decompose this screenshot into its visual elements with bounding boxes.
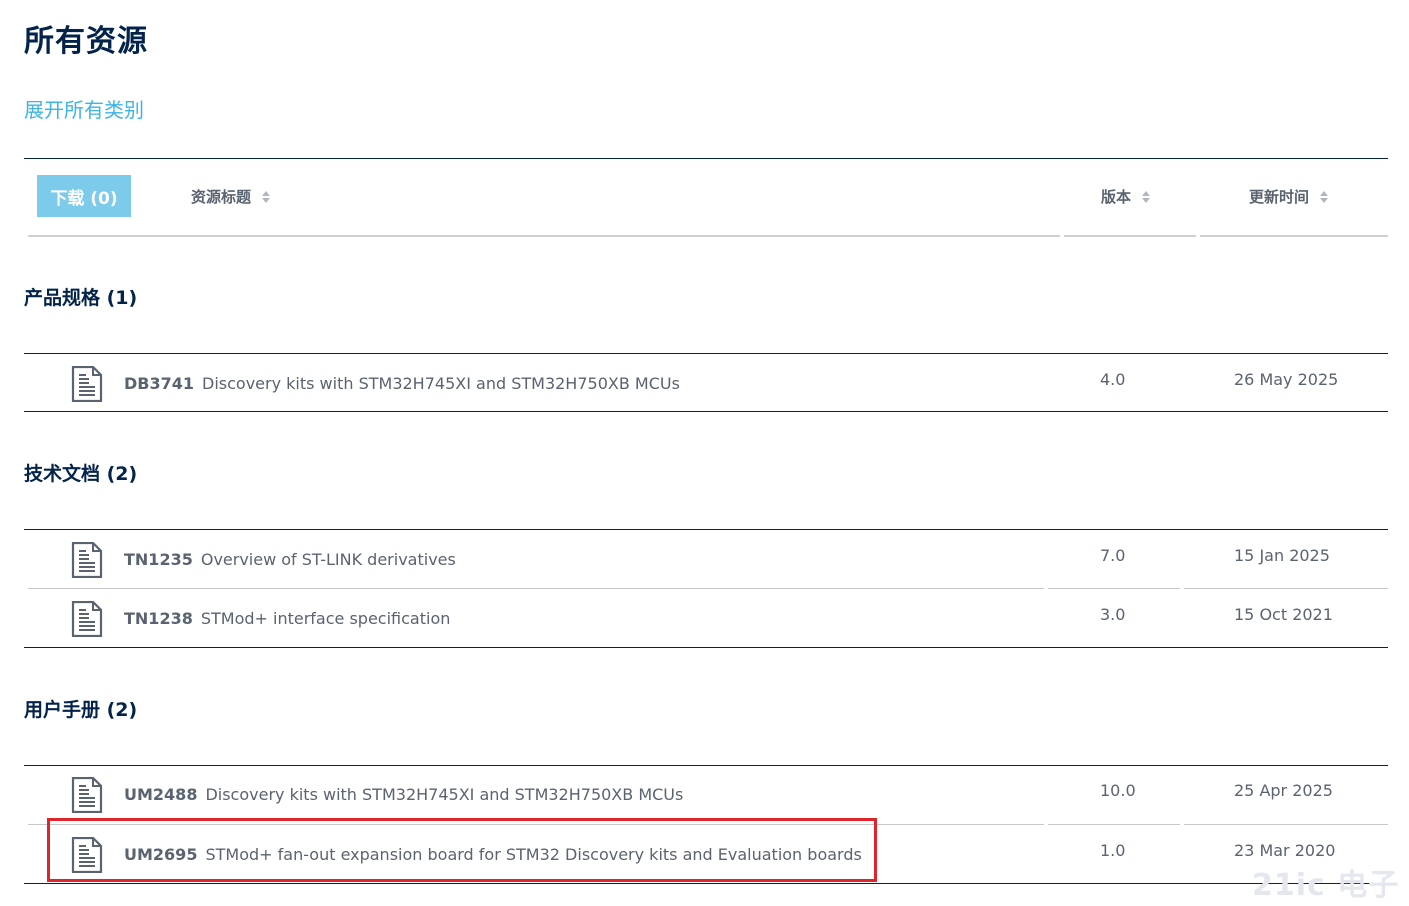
document-icon bbox=[71, 366, 103, 402]
download-button[interactable]: 下载 (0) bbox=[37, 175, 131, 217]
header-divider bbox=[1064, 235, 1196, 237]
table-row: TN1235 Overview of ST-LINK derivatives 7.… bbox=[24, 530, 1388, 588]
document-icon bbox=[71, 542, 103, 578]
col-header-title[interactable]: 资源标题 bbox=[191, 186, 271, 207]
header-divider bbox=[1200, 235, 1388, 237]
header-divider bbox=[28, 235, 1060, 237]
col-header-version[interactable]: 版本 bbox=[1101, 186, 1151, 207]
table-top-border bbox=[24, 158, 1388, 159]
document-date: 23 Mar 2020 bbox=[1234, 841, 1336, 860]
col-header-version-label: 版本 bbox=[1101, 188, 1132, 206]
document-title: Discovery kits with STM32H745XI and STM3… bbox=[202, 374, 680, 393]
document-date: 25 Apr 2025 bbox=[1234, 781, 1333, 800]
document-link[interactable]: UM2488 Discovery kits with STM32H745XI an… bbox=[124, 785, 683, 804]
col-header-updated[interactable]: 更新时间 bbox=[1249, 186, 1329, 207]
highlight-box bbox=[47, 818, 877, 882]
page-title: 所有资源 bbox=[24, 24, 148, 59]
document-link[interactable]: TN1235 Overview of ST-LINK derivatives bbox=[124, 550, 456, 569]
document-version: 7.0 bbox=[1100, 546, 1126, 565]
category-title[interactable]: 产品规格 (1) bbox=[24, 283, 137, 310]
document-title: Overview of ST-LINK derivatives bbox=[200, 550, 456, 569]
document-title: Discovery kits with STM32H745XI and STM3… bbox=[205, 785, 684, 804]
document-version: 4.0 bbox=[1100, 370, 1126, 389]
document-code: UM2488 bbox=[124, 785, 198, 804]
sort-icon bbox=[1141, 190, 1151, 204]
document-link[interactable]: DB3741 Discovery kits with STM32H745XI an… bbox=[124, 374, 680, 393]
col-header-updated-label: 更新时间 bbox=[1249, 188, 1310, 206]
sort-icon bbox=[1319, 190, 1329, 204]
document-code: TN1238 bbox=[124, 609, 193, 628]
document-date: 26 May 2025 bbox=[1234, 370, 1339, 389]
category-title[interactable]: 用户手册 (2) bbox=[24, 695, 137, 722]
table-row: TN1238 STMod+ interface specification 3.0… bbox=[24, 589, 1388, 647]
category-bottom-border bbox=[24, 883, 1388, 884]
document-date: 15 Oct 2021 bbox=[1234, 605, 1333, 624]
document-icon bbox=[71, 601, 103, 637]
document-icon bbox=[71, 777, 103, 813]
document-version: 1.0 bbox=[1100, 841, 1126, 860]
sort-icon bbox=[261, 190, 271, 204]
col-header-title-label: 资源标题 bbox=[191, 188, 252, 206]
table-row: DB3741 Discovery kits with STM32H745XI an… bbox=[24, 354, 1388, 412]
document-code: TN1235 bbox=[124, 550, 193, 569]
document-version: 3.0 bbox=[1100, 605, 1126, 624]
document-link[interactable]: TN1238 STMod+ interface specification bbox=[124, 609, 450, 628]
document-version: 10.0 bbox=[1100, 781, 1136, 800]
document-code: DB3741 bbox=[124, 374, 195, 393]
document-date: 15 Jan 2025 bbox=[1234, 546, 1330, 565]
table-row: UM2488 Discovery kits with STM32H745XI an… bbox=[24, 765, 1388, 823]
category-title[interactable]: 技术文档 (2) bbox=[24, 459, 137, 486]
category-bottom-border bbox=[24, 647, 1388, 648]
expand-all-link[interactable]: 展开所有类别 bbox=[24, 94, 144, 123]
watermark: 21ic 电子网 bbox=[1252, 868, 1400, 903]
category-bottom-border bbox=[24, 411, 1388, 412]
document-title: STMod+ interface specification bbox=[200, 609, 451, 628]
